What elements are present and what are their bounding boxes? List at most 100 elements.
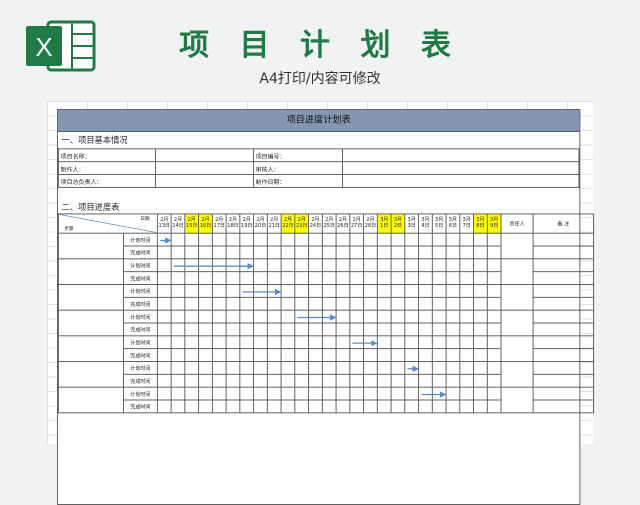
day-cell[interactable] xyxy=(211,335,227,350)
task-step-cell[interactable] xyxy=(57,258,124,285)
day-cell[interactable] xyxy=(390,284,406,298)
day-cell[interactable] xyxy=(294,284,310,298)
day-cell[interactable] xyxy=(239,361,255,375)
day-cell[interactable] xyxy=(225,361,241,375)
day-cell[interactable] xyxy=(418,271,433,285)
owner-cell[interactable] xyxy=(500,309,534,337)
day-cell[interactable] xyxy=(253,361,268,375)
day-cell[interactable] xyxy=(404,232,420,247)
day-cell[interactable] xyxy=(184,245,200,260)
day-cell[interactable] xyxy=(335,322,351,337)
owner-cell[interactable] xyxy=(500,361,534,388)
day-cell[interactable] xyxy=(404,309,420,324)
day-cell[interactable] xyxy=(239,348,255,362)
day-cell[interactable] xyxy=(349,296,365,311)
day-cell[interactable] xyxy=(445,309,461,324)
day-cell[interactable] xyxy=(376,284,392,298)
day-cell[interactable] xyxy=(418,399,433,414)
day-cell[interactable] xyxy=(198,245,213,260)
day-cell[interactable] xyxy=(459,361,475,375)
day-cell[interactable] xyxy=(473,361,488,375)
day-cell[interactable] xyxy=(253,296,268,311)
day-cell[interactable] xyxy=(473,284,488,298)
day-cell[interactable] xyxy=(280,296,296,311)
day-cell[interactable] xyxy=(198,348,213,362)
day-cell[interactable] xyxy=(445,258,461,273)
day-cell[interactable] xyxy=(445,386,461,401)
day-cell[interactable] xyxy=(349,245,365,260)
day-cell[interactable] xyxy=(321,335,337,350)
day-cell[interactable] xyxy=(390,245,406,260)
day-cell[interactable] xyxy=(445,232,461,247)
day-cell[interactable] xyxy=(198,399,213,414)
day-cell[interactable] xyxy=(170,335,186,350)
day-cell[interactable] xyxy=(253,335,268,350)
day-cell[interactable] xyxy=(294,399,310,414)
day-cell[interactable] xyxy=(211,348,227,362)
day-cell[interactable] xyxy=(184,386,200,401)
field-leader[interactable] xyxy=(154,174,254,188)
day-cell[interactable] xyxy=(459,258,475,273)
task-step-cell[interactable] xyxy=(57,335,124,362)
day-cell[interactable] xyxy=(280,322,296,337)
day-cell[interactable] xyxy=(253,399,268,414)
day-cell[interactable] xyxy=(486,296,502,311)
day-cell[interactable] xyxy=(390,322,406,337)
task-step-cell[interactable] xyxy=(57,232,124,260)
day-cell[interactable] xyxy=(156,386,172,401)
owner-cell[interactable] xyxy=(500,258,534,285)
day-cell[interactable] xyxy=(431,386,447,401)
day-cell[interactable] xyxy=(404,373,420,388)
day-cell[interactable] xyxy=(294,386,310,401)
day-cell[interactable] xyxy=(486,373,502,388)
day-cell[interactable] xyxy=(486,348,502,362)
day-cell[interactable] xyxy=(431,322,447,337)
owner-cell[interactable] xyxy=(500,386,534,414)
day-cell[interactable] xyxy=(184,399,200,414)
day-cell[interactable] xyxy=(459,309,475,324)
day-cell[interactable] xyxy=(170,271,186,285)
day-cell[interactable] xyxy=(184,284,200,298)
day-cell[interactable] xyxy=(308,258,323,273)
day-cell[interactable] xyxy=(156,399,172,414)
day-cell[interactable] xyxy=(390,271,406,285)
day-cell[interactable] xyxy=(239,373,255,388)
day-cell[interactable] xyxy=(376,361,392,375)
day-cell[interactable] xyxy=(445,271,461,285)
day-cell[interactable] xyxy=(170,258,186,273)
day-cell[interactable] xyxy=(349,361,365,375)
day-cell[interactable] xyxy=(445,284,461,298)
day-cell[interactable] xyxy=(404,386,420,401)
day-cell[interactable] xyxy=(473,245,488,260)
day-cell[interactable] xyxy=(280,271,296,285)
day-cell[interactable] xyxy=(321,373,337,388)
day-cell[interactable] xyxy=(349,258,365,273)
day-cell[interactable] xyxy=(363,335,378,350)
field-maker[interactable] xyxy=(154,161,254,175)
day-cell[interactable] xyxy=(349,373,365,388)
day-cell[interactable] xyxy=(184,232,200,247)
note-cell[interactable] xyxy=(532,284,595,298)
day-cell[interactable] xyxy=(376,399,392,414)
day-cell[interactable] xyxy=(335,361,351,375)
owner-cell[interactable] xyxy=(500,232,534,260)
day-cell[interactable] xyxy=(198,309,213,324)
day-cell[interactable] xyxy=(376,348,392,362)
day-cell[interactable] xyxy=(198,386,213,401)
day-cell[interactable] xyxy=(486,271,502,285)
day-cell[interactable] xyxy=(239,245,255,260)
day-cell[interactable] xyxy=(349,335,365,350)
day-cell[interactable] xyxy=(225,335,241,350)
day-cell[interactable] xyxy=(156,245,172,260)
day-cell[interactable] xyxy=(473,386,488,401)
task-step-cell[interactable] xyxy=(57,284,124,311)
day-cell[interactable] xyxy=(390,232,406,247)
day-cell[interactable] xyxy=(211,284,227,298)
day-cell[interactable] xyxy=(280,335,296,350)
day-cell[interactable] xyxy=(308,399,323,414)
owner-cell[interactable] xyxy=(500,284,534,311)
day-cell[interactable] xyxy=(459,245,475,260)
day-cell[interactable] xyxy=(266,271,282,285)
day-cell[interactable] xyxy=(184,271,200,285)
day-cell[interactable] xyxy=(211,271,227,285)
